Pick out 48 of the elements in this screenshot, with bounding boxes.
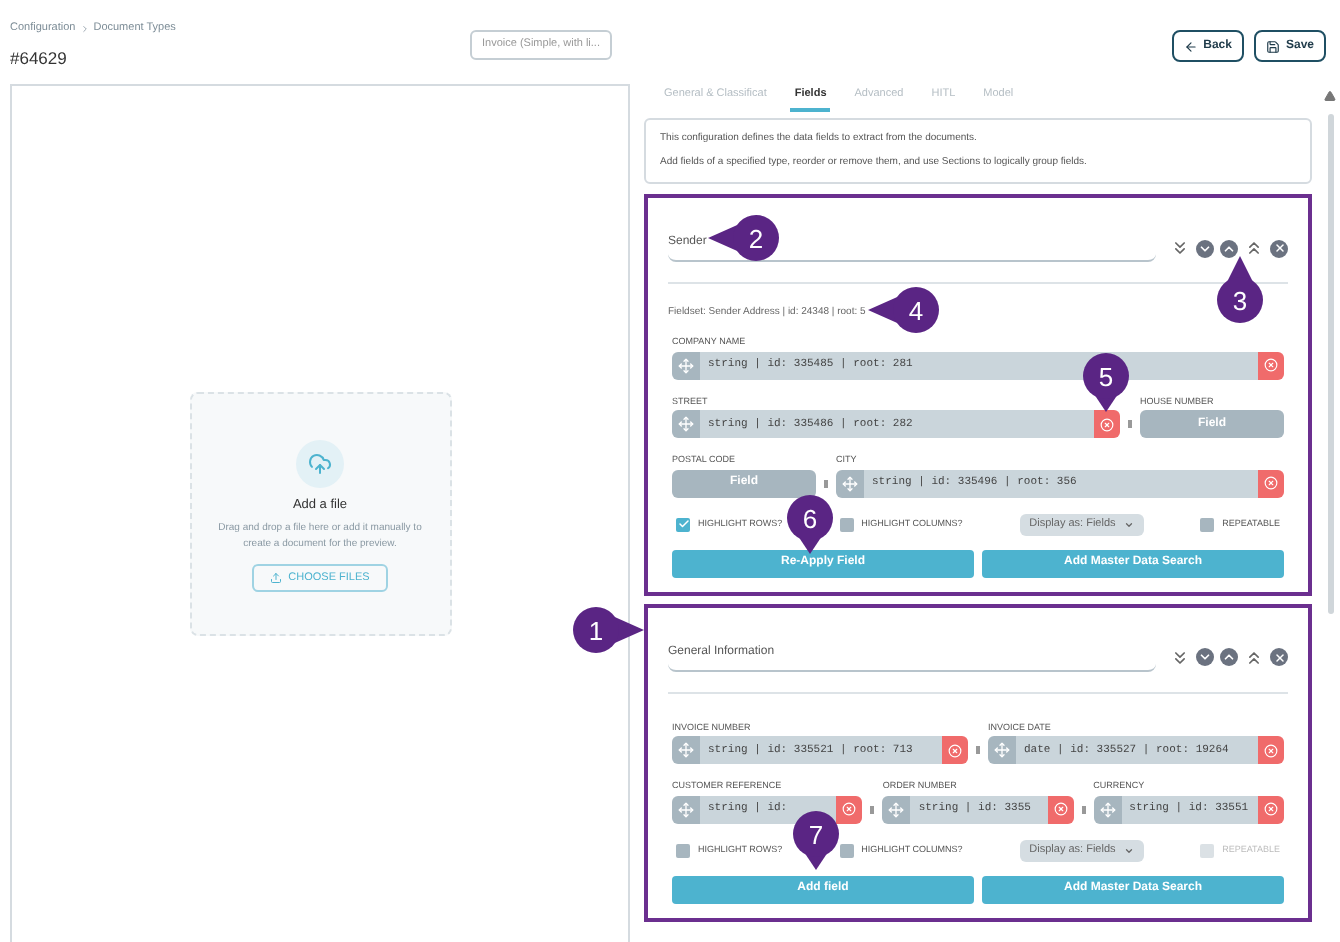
page-title: #64629 — [10, 46, 69, 72]
drag-handle-icon[interactable] — [672, 736, 700, 764]
move-up-icon[interactable] — [1220, 239, 1238, 257]
remove-field-button[interactable] — [1258, 351, 1284, 379]
dropdown-caret-icon — [1123, 519, 1134, 529]
scroll-up-icon[interactable] — [1324, 90, 1336, 102]
drag-handle-icon[interactable] — [672, 795, 700, 823]
chevron-icon — [79, 23, 90, 34]
close-icon — [1264, 358, 1278, 372]
close-icon — [1100, 417, 1114, 431]
drag-handle-icon[interactable] — [672, 410, 700, 438]
move-down-icon[interactable] — [1196, 648, 1214, 666]
dropdown-caret-icon — [1123, 845, 1134, 855]
drag-handle-icon[interactable] — [988, 736, 1016, 764]
close-icon — [948, 743, 962, 757]
remove-field-button[interactable] — [1258, 469, 1284, 497]
scrollbar[interactable] — [1327, 114, 1333, 614]
checkbox[interactable] — [676, 843, 690, 857]
remove-field-button[interactable] — [1047, 795, 1074, 823]
checkbox[interactable] — [839, 517, 854, 531]
drag-handle-icon[interactable] — [836, 469, 864, 497]
remove-field-button[interactable] — [1257, 795, 1284, 823]
checkbox[interactable] — [676, 517, 690, 531]
close-icon — [1264, 476, 1278, 490]
move-up-icon[interactable] — [1220, 648, 1238, 666]
upload-icon — [270, 571, 283, 584]
drag-handle-icon[interactable] — [882, 795, 911, 823]
close-icon — [1263, 802, 1278, 816]
move-top-icon[interactable] — [1244, 647, 1264, 667]
arrow-left-icon — [1183, 39, 1198, 53]
remove-field-button[interactable] — [942, 736, 968, 764]
remove-field-button[interactable] — [1258, 736, 1284, 764]
close-icon — [842, 802, 857, 816]
remove-field-button[interactable] — [836, 795, 863, 823]
move-bottom-icon[interactable] — [1170, 647, 1190, 667]
move-down-icon[interactable] — [1196, 239, 1214, 257]
checkbox[interactable] — [1200, 517, 1215, 531]
move-top-icon[interactable] — [1244, 238, 1264, 258]
remove-field-button[interactable] — [1094, 410, 1120, 438]
close-icon — [1264, 743, 1278, 757]
drag-handle-icon[interactable] — [1093, 795, 1122, 823]
upload-cloud-icon — [296, 440, 344, 488]
close-icon[interactable] — [1270, 648, 1288, 666]
move-bottom-icon[interactable] — [1170, 238, 1190, 258]
drag-handle-icon[interactable] — [672, 351, 700, 379]
close-icon — [1053, 802, 1068, 816]
checkbox[interactable] — [839, 843, 854, 857]
close-icon[interactable] — [1270, 239, 1288, 257]
